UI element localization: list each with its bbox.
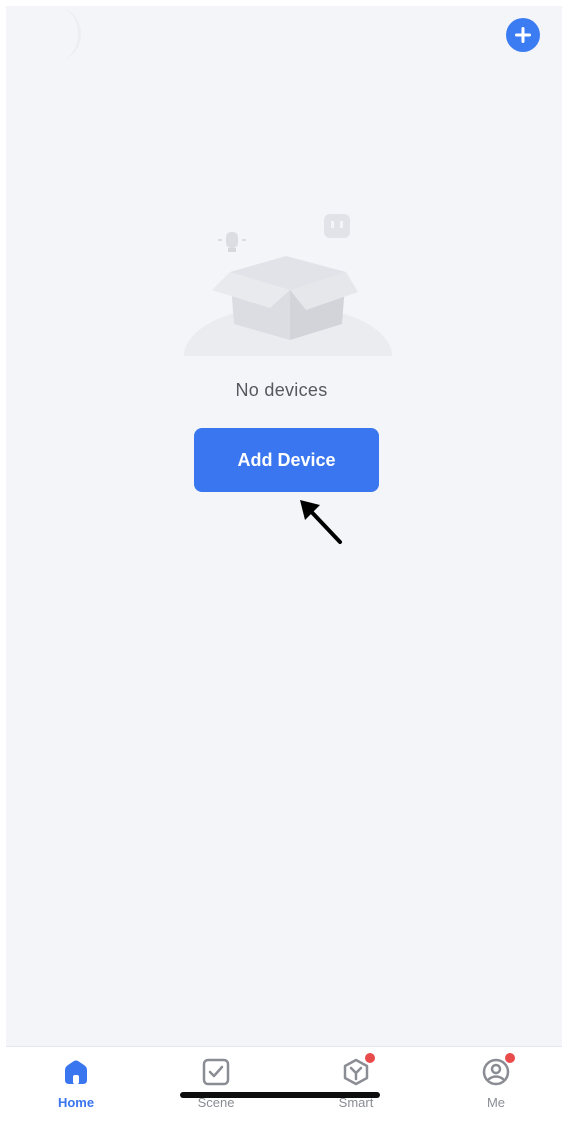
empty-box-icon [182,214,394,362]
tab-label-me: Me [486,1095,506,1110]
tab-home[interactable]: Home [36,1057,116,1117]
plus-circle-icon [515,27,531,43]
smart-badge [365,1053,375,1063]
app-screen: No devices Add Device Home Scene Smart M… [6,6,562,1146]
arrow-pointer-icon [300,500,342,544]
tab-me[interactable]: Me [456,1053,536,1117]
home-selector-ghost [38,8,81,60]
tab-scene[interactable]: Scene [176,1057,256,1117]
empty-message: No devices [235,380,328,400]
home-indicator-bar[interactable] [180,1092,380,1098]
smart-hex-icon [341,1053,375,1087]
tab-smart[interactable]: Smart [316,1053,396,1117]
add-button[interactable] [506,18,540,52]
me-badge [505,1053,515,1063]
checkbox-icon [201,1057,231,1087]
home-icon [61,1057,91,1087]
add-device-button[interactable]: Add Device [194,428,379,492]
profile-icon [481,1053,515,1087]
tab-label-home: Home [57,1095,95,1110]
